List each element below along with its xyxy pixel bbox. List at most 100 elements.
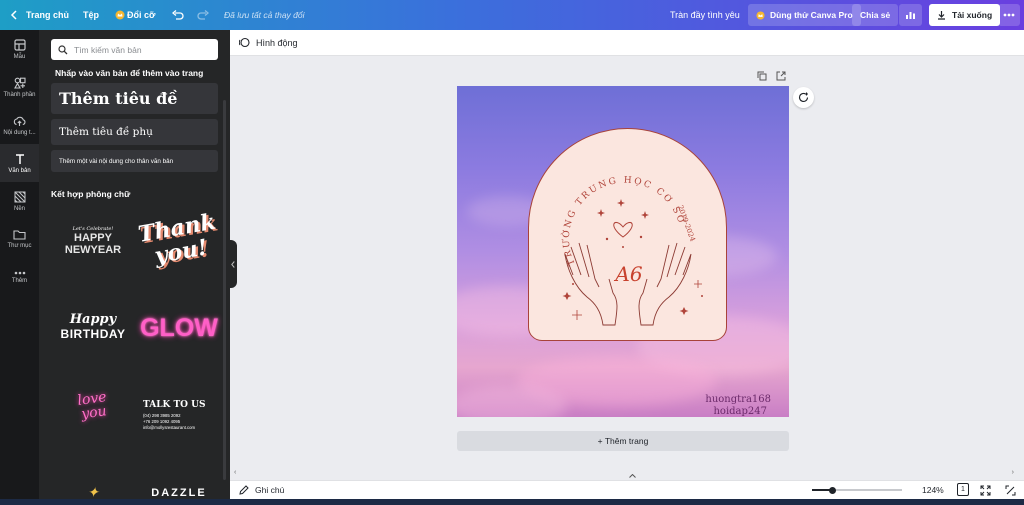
add-page-button[interactable]: + Thêm trang (457, 431, 789, 451)
text-icon (15, 153, 24, 164)
combo-main-text: DAZZLE (151, 487, 207, 499)
home-button[interactable]: Trang chủ (26, 0, 69, 30)
rail-item-uploads[interactable]: Nội dung t... (0, 106, 39, 144)
upload-icon (13, 116, 26, 126)
notes-button[interactable]: Ghi chú (239, 485, 284, 495)
design-page[interactable]: TRƯỜNG TRUNG HỌC CƠ SỞ BÌNH YÊN 2019-202… (457, 86, 789, 417)
combo-happy-birthday[interactable]: Happy BIRTHDAY (53, 312, 133, 341)
canvas-toolbar: Hình động (230, 30, 1024, 56)
combo-thank-you[interactable]: Thank you! (135, 209, 222, 270)
more-icon (14, 271, 25, 274)
animate-icon (239, 37, 250, 48)
notes-label: Ghi chú (255, 485, 285, 495)
rail-item-folders[interactable]: Thư mục (0, 220, 39, 258)
zoom-slider[interactable] (812, 486, 902, 494)
school-arc-text: TRƯỜNG TRUNG HỌC CƠ SỞ BÌNH YÊN (529, 129, 687, 267)
search-icon (58, 44, 68, 54)
badge-artwork: TRƯỜNG TRUNG HỌC CƠ SỞ BÌNH YÊN 2019-202… (529, 129, 703, 326)
expand-pages-icon[interactable] (626, 471, 638, 480)
save-status: Đã lưu tất cả thay đổi (224, 10, 305, 20)
text-panel: Nhấp vào văn bản để thêm vào trang Thêm … (39, 30, 230, 505)
share-button[interactable]: Chia sẻ (852, 4, 899, 26)
resize-button[interactable]: Đổi cỡ (127, 0, 155, 30)
add-comment-button[interactable] (793, 87, 814, 108)
collapse-panel-button[interactable] (229, 240, 237, 288)
svg-text:TRƯỜNG TRUNG HỌC CƠ SỞ BÌNH YÊ: TRƯỜNG TRUNG HỌC CƠ SỞ BÌNH YÊN (529, 129, 689, 267)
add-body-text-button[interactable]: Thêm một vài nội dung cho thân văn bản (51, 150, 218, 172)
rail-item-more[interactable]: Thêm (0, 258, 39, 296)
combo-main-text: GLOW (140, 314, 218, 342)
watermark-line-2: hoidap247 (713, 406, 767, 417)
comment-add-icon (798, 92, 809, 103)
combo-main-text: Thank you! (136, 208, 218, 270)
rail-label: Mẫu (13, 53, 26, 60)
combo-dazzle[interactable]: DAZZLE (139, 487, 219, 499)
template-icon (13, 38, 26, 51)
crown-icon (756, 10, 765, 20)
duplicate-page-icon[interactable] (757, 71, 767, 83)
crown-icon (115, 0, 125, 30)
os-taskbar (0, 499, 1024, 505)
elements-icon (13, 77, 26, 89)
more-menu-button[interactable] (998, 4, 1020, 26)
combo-main-text: HAPPY NEWYEAR (64, 232, 122, 256)
rail-label: Thêm (11, 277, 28, 284)
share-page-icon[interactable] (776, 71, 786, 83)
rail-item-elements[interactable]: Thành phần (0, 68, 39, 106)
add-heading-button[interactable]: Thêm tiêu đề (51, 83, 218, 114)
left-rail: Mẫu Thành phần Nội dung t... Văn bản Nền… (0, 30, 39, 505)
panel-scrollbar[interactable] (223, 100, 226, 480)
heart-icon (613, 222, 633, 238)
combo-love-you[interactable]: love you (51, 387, 134, 426)
notes-icon (239, 485, 249, 495)
combo-happy-new-year[interactable]: Let's Celebrate! HAPPY NEWYEAR (53, 226, 133, 256)
back-chevron-icon[interactable] (10, 0, 18, 30)
scroll-right-icon[interactable]: › (1012, 469, 1014, 476)
animate-label: Hình động (256, 37, 298, 48)
download-icon (938, 11, 945, 20)
try-pro-label: Dùng thử Canva Pro (770, 10, 853, 20)
rail-item-templates[interactable]: Mẫu (0, 30, 39, 68)
watermark-line-1: huongtra168 (705, 394, 771, 405)
animate-button[interactable]: Hình động (239, 37, 298, 48)
scroll-left-icon[interactable]: ‹ (234, 469, 236, 476)
rail-label: Thành phần (3, 91, 36, 98)
combo-talk-to-us[interactable]: TALK TO US (04) 298 3985 2092 +76 209 10… (143, 400, 223, 431)
try-pro-button[interactable]: Dùng thử Canva Pro (748, 4, 861, 26)
chevron-left-icon (231, 260, 235, 268)
file-menu[interactable]: Tệp (83, 0, 99, 30)
combo-subtext: Happy (69, 312, 117, 327)
help-icon[interactable] (1005, 485, 1016, 498)
rail-label: Nội dung t... (3, 129, 36, 136)
folder-icon (13, 230, 26, 240)
design-title[interactable]: Tràn đầy tình yêu (670, 0, 740, 30)
rail-item-background[interactable]: Nền (0, 182, 39, 220)
background-icon (14, 191, 25, 202)
font-combos-title: Kết hợp phông chữ (51, 189, 131, 199)
insights-button[interactable] (899, 4, 922, 26)
badge-arch[interactable]: TRƯỜNG TRUNG HỌC CƠ SỞ BÌNH YÊN 2019-202… (528, 128, 727, 341)
redo-icon[interactable] (197, 0, 209, 30)
combo-main-text: BIRTHDAY (60, 327, 126, 341)
search-input[interactable] (74, 44, 209, 55)
rail-label: Thư mục (7, 243, 32, 249)
bar-chart-icon (906, 12, 915, 19)
combo-glow[interactable]: GLOW (139, 314, 219, 343)
rail-label: Nền (13, 205, 25, 212)
rail-label: Văn bản (8, 167, 31, 174)
add-subheading-button[interactable]: Thêm tiêu đề phụ (51, 119, 218, 145)
zoom-slider-handle[interactable] (829, 486, 836, 494)
class-name-text: A6 (613, 262, 642, 286)
fullscreen-icon[interactable] (980, 485, 991, 498)
download-label: Tải xuống (952, 10, 993, 20)
bottom-bar: Ghi chú 124% 1 (230, 480, 1024, 499)
zoom-level[interactable]: 124% (922, 485, 944, 495)
combo-main-text: TALK TO US (143, 400, 206, 410)
download-button[interactable]: Tải xuống (929, 4, 1001, 26)
combo-main-text: love you (76, 389, 108, 423)
page-count-button[interactable]: 1 (957, 483, 969, 496)
page-number: 1 (961, 486, 965, 493)
rail-item-text[interactable]: Văn bản (0, 144, 39, 182)
search-box[interactable] (51, 39, 218, 60)
undo-icon[interactable] (172, 0, 184, 30)
